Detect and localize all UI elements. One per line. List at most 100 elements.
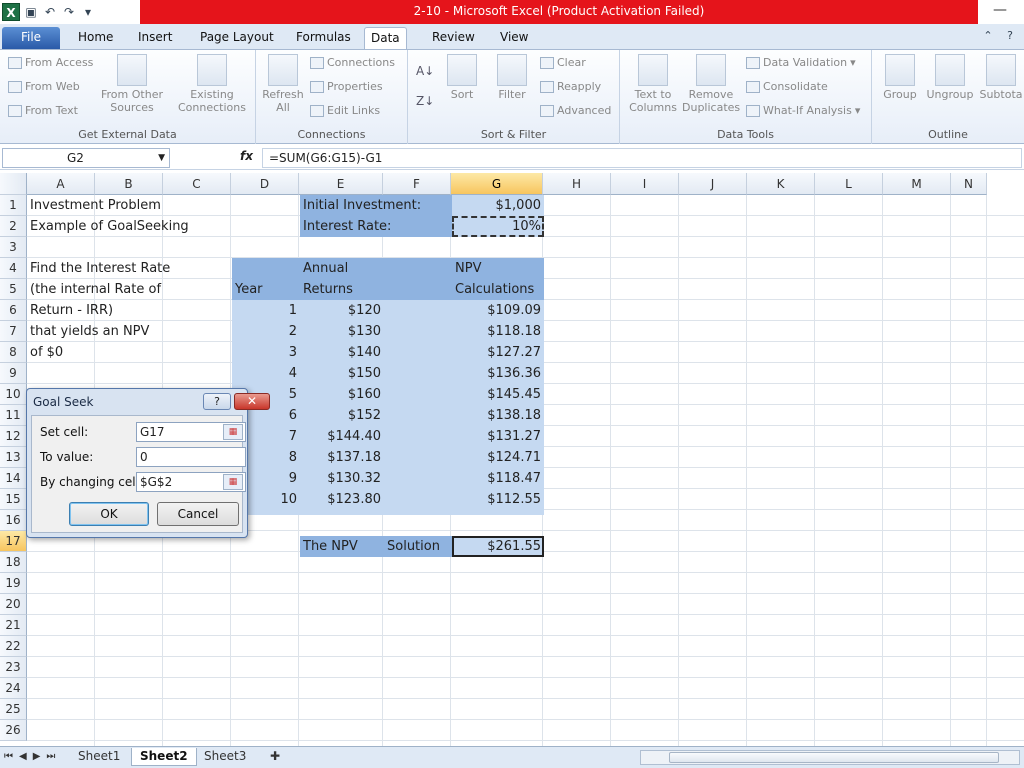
row-header-10[interactable]: 10 [0, 384, 27, 405]
column-header-e[interactable]: E [299, 173, 383, 195]
minimize-icon[interactable]: — [990, 2, 1010, 20]
cell-a4[interactable]: Find the Interest Rate [27, 258, 173, 279]
sheet-tab-sheet2[interactable]: Sheet2 [131, 748, 197, 766]
row-header-6[interactable]: 6 [0, 300, 27, 321]
first-sheet-icon[interactable]: ⏮ [4, 751, 13, 762]
prev-sheet-icon[interactable]: ◀ [19, 751, 27, 762]
tab-view[interactable]: View [494, 27, 534, 49]
ungroup-button[interactable]: Ungroup [924, 54, 976, 101]
sheet-tab-sheet1[interactable]: Sheet1 [70, 748, 128, 766]
cell-npv[interactable]: $118.47 [452, 468, 544, 489]
properties-button[interactable]: Properties [310, 80, 383, 93]
connections-button[interactable]: Connections [310, 56, 395, 69]
cell-f17[interactable]: Solution [384, 536, 443, 557]
cell-annual-return[interactable]: $130 [300, 321, 384, 342]
cell-e17[interactable]: The NPV [300, 536, 361, 557]
next-sheet-icon[interactable]: ▶ [33, 751, 41, 762]
cell-npv[interactable]: $112.55 [452, 489, 544, 510]
cell-annual-return[interactable]: $137.18 [300, 447, 384, 468]
cell-annual-return[interactable]: $152 [300, 405, 384, 426]
cell-year[interactable]: 2 [232, 321, 300, 342]
row-header-14[interactable]: 14 [0, 468, 27, 489]
advanced-button[interactable]: Advanced [540, 104, 611, 117]
remove-duplicates-button[interactable]: Remove Duplicates [682, 54, 740, 114]
row-header-9[interactable]: 9 [0, 363, 27, 384]
clear-button[interactable]: Clear [540, 56, 586, 69]
data-validation-button[interactable]: Data Validation ▾ [746, 56, 856, 69]
row-header-7[interactable]: 7 [0, 321, 27, 342]
from-other-sources-button[interactable]: From Other Sources [98, 54, 166, 114]
set-cell-input[interactable]: G17 ▦ [136, 422, 246, 442]
row-header-16[interactable]: 16 [0, 510, 27, 531]
text-to-columns-button[interactable]: Text to Columns [624, 54, 682, 114]
collapse-dialog-icon[interactable]: ▦ [223, 474, 243, 490]
collapse-dialog-icon[interactable]: ▦ [223, 424, 243, 440]
tab-page-layout[interactable]: Page Layout [194, 27, 280, 49]
row-header-26[interactable]: 26 [0, 720, 27, 741]
undo-icon[interactable]: ↶ [42, 4, 58, 20]
cell-annual-return[interactable]: $160 [300, 384, 384, 405]
row-header-22[interactable]: 22 [0, 636, 27, 657]
cell-e4[interactable]: Annual [300, 258, 351, 279]
cancel-button[interactable]: Cancel [157, 502, 239, 526]
row-header-19[interactable]: 19 [0, 573, 27, 594]
cell-a1[interactable]: Investment Problem [27, 195, 164, 216]
select-all-corner[interactable] [0, 173, 27, 195]
help-icon[interactable]: ? [203, 393, 231, 410]
cell-year[interactable]: 3 [232, 342, 300, 363]
cell-year[interactable]: 1 [232, 300, 300, 321]
row-header-25[interactable]: 25 [0, 699, 27, 720]
row-header-2[interactable]: 2 [0, 216, 27, 237]
cell-a5[interactable]: (the internal Rate of [27, 279, 164, 300]
row-header-11[interactable]: 11 [0, 405, 27, 426]
changing-cell-input[interactable]: $G$2 ▦ [136, 472, 246, 492]
cell-a7[interactable]: that yields an NPV [27, 321, 152, 342]
chevron-down-icon[interactable]: ▼ [158, 149, 165, 167]
cell-npv[interactable]: $138.18 [452, 405, 544, 426]
customize-qat-icon[interactable]: ▾ [80, 4, 96, 20]
insert-sheet-icon[interactable]: ✚ [262, 748, 288, 766]
column-header-n[interactable]: N [951, 173, 987, 195]
cell-npv[interactable]: $145.45 [452, 384, 544, 405]
column-header-k[interactable]: K [747, 173, 815, 195]
cell-g17[interactable]: $261.55 [452, 536, 544, 557]
cell-a2[interactable]: Example of GoalSeeking [27, 216, 192, 237]
column-header-c[interactable]: C [163, 173, 231, 195]
cell-npv[interactable]: $131.27 [452, 426, 544, 447]
formula-input[interactable]: =SUM(G6:G15)-G1 [262, 148, 1022, 168]
ok-button[interactable]: OK [69, 502, 149, 526]
cell-npv[interactable]: $136.36 [452, 363, 544, 384]
consolidate-button[interactable]: Consolidate [746, 80, 828, 93]
column-header-a[interactable]: A [27, 173, 95, 195]
filter-button[interactable]: Filter [490, 54, 534, 101]
row-header-12[interactable]: 12 [0, 426, 27, 447]
row-header-24[interactable]: 24 [0, 678, 27, 699]
subtotal-button[interactable]: Subtota [978, 54, 1024, 101]
close-icon[interactable]: ✕ [234, 393, 270, 410]
edit-links-button[interactable]: Edit Links [310, 104, 380, 117]
tab-file[interactable]: File [2, 27, 60, 49]
cell-annual-return[interactable]: $120 [300, 300, 384, 321]
column-header-d[interactable]: D [231, 173, 299, 195]
row-header-21[interactable]: 21 [0, 615, 27, 636]
cell-annual-return[interactable]: $150 [300, 363, 384, 384]
cell-a8[interactable]: of $0 [27, 342, 66, 363]
row-header-23[interactable]: 23 [0, 657, 27, 678]
cell-year[interactable]: 4 [232, 363, 300, 384]
last-sheet-icon[interactable]: ⏭ [46, 751, 55, 762]
tab-home[interactable]: Home [72, 27, 119, 49]
from-web-button[interactable]: From Web [8, 80, 80, 93]
column-header-i[interactable]: I [611, 173, 679, 195]
column-header-j[interactable]: J [679, 173, 747, 195]
row-header-4[interactable]: 4 [0, 258, 27, 279]
cell-g4[interactable]: NPV [452, 258, 484, 279]
row-header-15[interactable]: 15 [0, 489, 27, 510]
column-header-m[interactable]: M [883, 173, 951, 195]
name-box[interactable]: G2 ▼ [2, 148, 170, 168]
from-access-button[interactable]: From Access [8, 56, 93, 69]
excel-logo-icon[interactable]: X [2, 3, 20, 21]
row-header-18[interactable]: 18 [0, 552, 27, 573]
column-header-h[interactable]: H [543, 173, 611, 195]
reapply-button[interactable]: Reapply [540, 80, 601, 93]
row-header-17[interactable]: 17 [0, 531, 27, 552]
